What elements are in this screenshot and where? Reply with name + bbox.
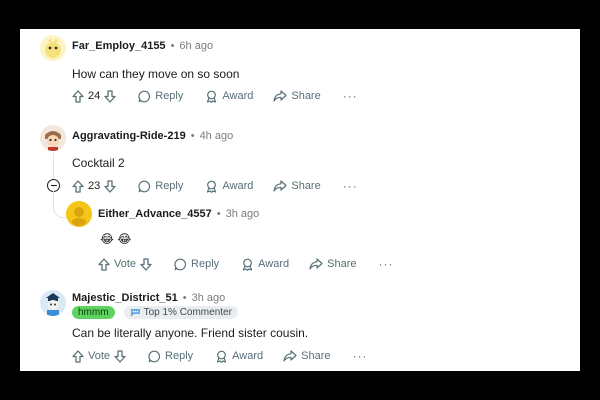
badge-label: Top 1% Commenter bbox=[143, 307, 232, 318]
reply-label: Reply bbox=[165, 350, 194, 362]
reply-label: Reply bbox=[191, 258, 220, 270]
share-button[interactable]: Share bbox=[273, 180, 321, 192]
reply-label: Reply bbox=[155, 90, 184, 102]
share-icon bbox=[283, 350, 297, 362]
comment-meta: Majestic_District_51 • 3h ago bbox=[72, 292, 225, 304]
reply-button[interactable]: Reply bbox=[148, 350, 193, 363]
user-avatar[interactable] bbox=[66, 201, 92, 227]
vote-count: 24 bbox=[88, 90, 101, 102]
comment-meta: Far_Employ_4155 • 6h ago bbox=[72, 40, 213, 52]
more-options-button[interactable]: ··· bbox=[343, 89, 358, 103]
reply-button[interactable]: Reply bbox=[174, 258, 219, 271]
author-name[interactable]: Majestic_District_51 bbox=[72, 292, 178, 304]
comment-actions: 23 Reply Award Share ··· bbox=[72, 179, 358, 193]
share-button[interactable]: Share bbox=[273, 90, 321, 102]
user-avatar[interactable] bbox=[40, 125, 66, 151]
share-label: Share bbox=[301, 350, 331, 362]
downvote-icon[interactable] bbox=[140, 257, 152, 271]
vote-label: Vote bbox=[114, 258, 137, 270]
comment-actions: Vote Reply Award Share ··· bbox=[98, 257, 394, 271]
avatar-icon bbox=[40, 35, 66, 61]
upvote-icon[interactable] bbox=[98, 257, 110, 271]
award-button[interactable]: Award bbox=[215, 350, 263, 363]
award-label: Award bbox=[222, 90, 254, 102]
meta-separator: • bbox=[216, 208, 221, 220]
author-name[interactable]: Aggravating-Ride-219 bbox=[72, 130, 186, 142]
user-avatar[interactable] bbox=[40, 35, 66, 61]
award-icon bbox=[217, 350, 227, 363]
upvote-icon[interactable] bbox=[72, 89, 84, 103]
comment-actions: 24 Reply Award Share ··· bbox=[72, 89, 358, 103]
timestamp[interactable]: 4h ago bbox=[200, 130, 234, 142]
more-options-button[interactable]: ··· bbox=[353, 349, 368, 363]
share-label: Share bbox=[291, 90, 321, 102]
downvote-icon[interactable] bbox=[104, 179, 116, 193]
award-icon bbox=[207, 180, 217, 193]
comment-bubble-icon bbox=[138, 90, 151, 102]
share-button[interactable]: Share bbox=[309, 258, 357, 270]
comment-body: How can they move on so soon bbox=[72, 67, 240, 81]
upvote-icon[interactable] bbox=[72, 179, 84, 193]
reply-button[interactable]: Reply bbox=[138, 90, 183, 103]
share-label: Share bbox=[291, 180, 321, 192]
comment-body-emoji: 😂 😂 bbox=[100, 232, 132, 246]
award-icon bbox=[207, 90, 217, 103]
award-label: Award bbox=[258, 258, 290, 270]
user-flair: hmmm bbox=[72, 306, 115, 319]
user-flair-row: hmmm Top 1% Commenter bbox=[72, 306, 238, 319]
share-icon bbox=[273, 90, 287, 102]
top-commenter-badge: Top 1% Commenter bbox=[123, 306, 238, 319]
timestamp[interactable]: 6h ago bbox=[179, 40, 213, 52]
award-label: Award bbox=[232, 350, 264, 362]
comment-bubble-icon bbox=[148, 350, 161, 362]
avatar-icon bbox=[40, 290, 66, 316]
meta-separator: • bbox=[190, 130, 195, 142]
author-name[interactable]: Far_Employ_4155 bbox=[72, 40, 166, 52]
reply-button[interactable]: Reply bbox=[138, 180, 183, 193]
comment-bubble-icon bbox=[174, 258, 187, 270]
vote-group: Vote bbox=[72, 349, 126, 363]
share-label: Share bbox=[327, 258, 357, 270]
share-icon bbox=[309, 258, 323, 270]
meta-separator: • bbox=[182, 292, 187, 304]
comment-actions: Vote Reply Award Share ··· bbox=[72, 349, 368, 363]
vote-count: 23 bbox=[88, 180, 101, 192]
comment-meta: Either_Advance_4557 • 3h ago bbox=[98, 208, 259, 220]
award-button[interactable]: Award bbox=[205, 90, 253, 103]
more-options-button[interactable]: ··· bbox=[379, 257, 394, 271]
award-button[interactable]: Award bbox=[205, 180, 253, 193]
downvote-icon[interactable] bbox=[104, 89, 116, 103]
reply-label: Reply bbox=[155, 180, 184, 192]
award-button[interactable]: Award bbox=[241, 258, 289, 271]
more-options-button[interactable]: ··· bbox=[343, 179, 358, 193]
vote-label: Vote bbox=[88, 350, 111, 362]
minus-icon bbox=[50, 184, 57, 187]
vote-group: 23 bbox=[72, 179, 116, 193]
downvote-icon[interactable] bbox=[114, 349, 126, 363]
timestamp[interactable]: 3h ago bbox=[192, 292, 226, 304]
award-label: Award bbox=[222, 180, 254, 192]
comment-body: Can be literally anyone. Friend sister c… bbox=[72, 326, 309, 340]
comments-panel: Far_Employ_4155 • 6h ago How can they mo… bbox=[20, 29, 580, 371]
meta-separator: • bbox=[170, 40, 175, 52]
comment-meta: Aggravating-Ride-219 • 4h ago bbox=[72, 130, 233, 142]
commenter-badge-icon bbox=[130, 309, 140, 317]
upvote-icon[interactable] bbox=[72, 349, 84, 363]
avatar-icon bbox=[66, 201, 92, 227]
comment-body: Cocktail 2 bbox=[72, 156, 125, 170]
vote-group: Vote bbox=[98, 257, 152, 271]
author-name[interactable]: Either_Advance_4557 bbox=[98, 208, 212, 220]
share-icon bbox=[273, 180, 287, 192]
thread-line[interactable] bbox=[53, 153, 54, 179]
share-button[interactable]: Share bbox=[283, 350, 331, 362]
comment-bubble-icon bbox=[138, 180, 151, 192]
vote-group: 24 bbox=[72, 89, 116, 103]
award-icon bbox=[243, 258, 253, 271]
user-avatar[interactable] bbox=[40, 290, 66, 316]
timestamp[interactable]: 3h ago bbox=[226, 208, 260, 220]
avatar-icon bbox=[40, 125, 66, 151]
